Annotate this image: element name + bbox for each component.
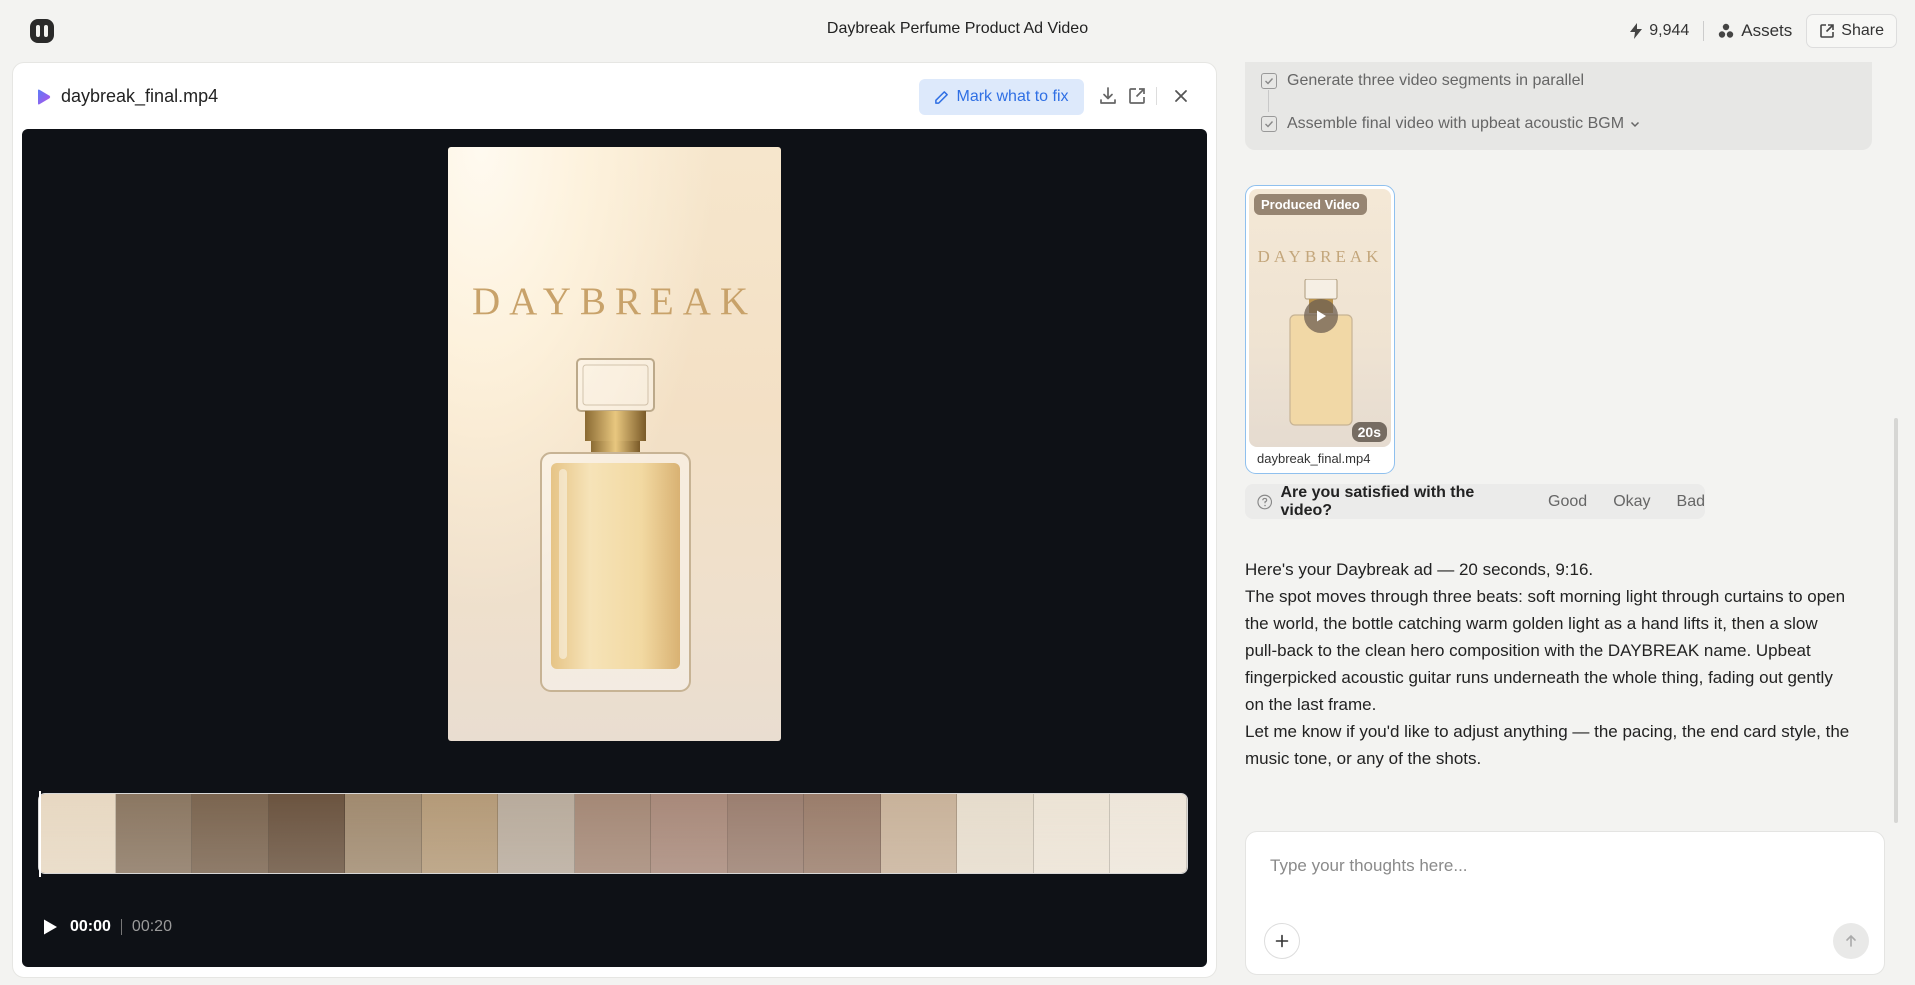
credits-counter[interactable]: 9,944 [1629, 22, 1689, 40]
assets-label: Assets [1741, 21, 1793, 40]
chevron-down-icon[interactable] [1629, 118, 1641, 130]
video-thumbnail[interactable]: Produced Video DAYBREAK 20s [1249, 189, 1391, 447]
checkbox-checked-icon [1261, 73, 1277, 89]
timeline-thumbnail[interactable] [498, 794, 575, 873]
viewer-header: daybreak_final.mp4 Mark what to fix [13, 63, 1216, 129]
video-card-file-name: daybreak_final.mp4 [1257, 451, 1371, 466]
send-button[interactable] [1833, 923, 1869, 959]
message-paragraph: Here's your Daybreak ad — 20 seconds, 9:… [1245, 560, 1594, 579]
arrow-up-icon [1846, 934, 1856, 947]
assets-icon [1719, 23, 1734, 38]
mark-what-to-fix-button[interactable]: Mark what to fix [919, 79, 1084, 115]
task-step-label: Generate three video segments in paralle… [1287, 72, 1585, 89]
playhead[interactable] [39, 791, 41, 877]
download-icon[interactable] [1097, 85, 1119, 107]
task-steps-card: Generate three video segments in paralle… [1245, 62, 1872, 150]
message-paragraph: The spot moves through three beats: soft… [1245, 587, 1846, 714]
timeline-strip[interactable] [38, 793, 1188, 874]
playback-controls: 00:00 00:20 [40, 917, 172, 937]
timeline-thumbnail[interactable] [39, 794, 116, 873]
timeline-thumbnail[interactable] [192, 794, 269, 873]
timeline-thumbnail[interactable] [115, 794, 193, 873]
help-circle-icon [1257, 494, 1273, 509]
task-step-label: Assemble final video with upbeat acousti… [1287, 115, 1625, 132]
divider [1156, 87, 1157, 105]
timeline-thumbnail[interactable] [1110, 794, 1187, 873]
open-external-icon[interactable] [1126, 85, 1148, 107]
play-button[interactable] [1304, 299, 1338, 333]
assistant-message: Here's your Daybreak ad — 20 seconds, 9:… [1245, 556, 1850, 772]
pencil-icon [935, 90, 949, 104]
rating-bad-button[interactable]: Bad [1677, 493, 1705, 511]
close-icon[interactable] [1170, 85, 1192, 107]
time-divider [120, 919, 122, 935]
share-label: Share [1841, 22, 1884, 39]
timeline-thumbnail[interactable] [421, 794, 499, 873]
share-button[interactable]: Share [1806, 14, 1897, 48]
play-icon[interactable] [40, 917, 60, 937]
chat-scrollbar[interactable] [1894, 418, 1898, 823]
video-player[interactable]: DAYBREAK 00:00 00:20 [22, 129, 1207, 967]
satisfaction-prompt: Are you satisfied with the video? Good O… [1245, 484, 1705, 519]
message-paragraph: Let me know if you'd like to adjust anyt… [1245, 722, 1850, 768]
divider [1703, 21, 1705, 41]
step-connector [1268, 90, 1269, 112]
perfume-bottle-image [540, 358, 691, 692]
lightning-icon [1630, 23, 1643, 39]
produced-video-card[interactable]: Produced Video DAYBREAK 20s daybreak_fin… [1245, 185, 1395, 474]
timeline-thumbnail[interactable] [957, 794, 1034, 873]
task-step: Generate three video segments in paralle… [1261, 72, 1584, 90]
timeline-thumbnail[interactable] [1033, 794, 1111, 873]
video-viewer-panel: daybreak_final.mp4 Mark what to fix DAYB… [12, 62, 1217, 978]
share-icon [1820, 24, 1835, 38]
task-step[interactable]: Assemble final video with upbeat acousti… [1261, 115, 1641, 133]
rating-okay-button[interactable]: Okay [1613, 493, 1650, 511]
play-icon [1317, 310, 1326, 322]
checkbox-checked-icon [1261, 116, 1277, 132]
assets-button[interactable]: Assets [1718, 21, 1792, 41]
timeline-thumbnail[interactable] [804, 794, 881, 873]
timeline-thumbnail[interactable] [574, 794, 652, 873]
satisfaction-question: Are you satisfied with the video? [1280, 483, 1475, 519]
video-file-icon [38, 89, 51, 105]
frame-brand-text: DAYBREAK [471, 280, 758, 323]
timeline-thumbnail[interactable] [880, 794, 958, 873]
current-time: 00:00 [70, 918, 111, 935]
video-frame[interactable]: DAYBREAK [448, 147, 781, 741]
viewer-file-name: daybreak_final.mp4 [61, 86, 219, 106]
timeline-thumbnail[interactable] [345, 794, 422, 873]
produced-video-badge: Produced Video [1254, 194, 1367, 215]
total-time: 00:20 [131, 918, 172, 935]
message-composer [1245, 831, 1885, 975]
duration-badge: 20s [1351, 422, 1387, 442]
timeline-thumbnail[interactable] [268, 794, 346, 873]
timeline-thumbnail[interactable] [727, 794, 805, 873]
page-title: Daybreak Perfume Product Ad Video [826, 20, 1089, 37]
add-attachment-button[interactable] [1264, 923, 1300, 959]
plus-icon [1275, 934, 1289, 948]
credits-value: 9,944 [1649, 22, 1690, 39]
thumbnail-brand-text: DAYBREAK [1257, 247, 1383, 266]
rating-good-button[interactable]: Good [1548, 493, 1587, 511]
message-input[interactable] [1270, 856, 1860, 876]
timeline-thumbnail[interactable] [651, 794, 728, 873]
mark-label: Mark what to fix [956, 88, 1069, 105]
top-bar: Daybreak Perfume Product Ad Video 9,944 … [0, 0, 1915, 62]
